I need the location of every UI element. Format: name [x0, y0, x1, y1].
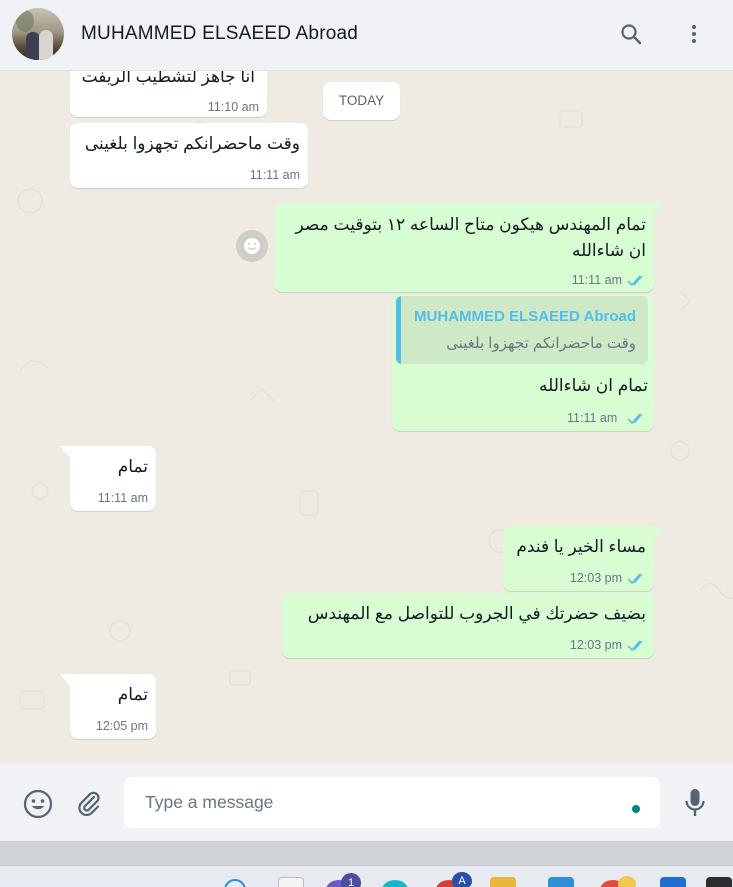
taskbar-app-icon[interactable]	[618, 876, 636, 887]
taskbar-app-badge: A	[452, 872, 472, 887]
os-taskbar: 1 A	[0, 865, 733, 887]
message-text: تمام المهندس هيكون متاح الساعه ١٢ بتوقيت…	[295, 215, 646, 234]
message-time: 12:03 pm	[569, 571, 622, 585]
contact-avatar[interactable]	[12, 8, 64, 60]
taskbar-app-icon[interactable]	[660, 877, 686, 887]
message-time: 11:11 am	[97, 491, 148, 505]
folder-icon[interactable]	[490, 877, 516, 887]
message-time: 12:03 pm	[569, 638, 622, 652]
taskbar-app-icon[interactable]	[278, 877, 304, 887]
double-check-icon	[627, 573, 643, 585]
avatar-person	[26, 32, 40, 60]
smiley-icon	[244, 238, 260, 254]
paperclip-icon[interactable]	[74, 788, 104, 818]
message-time: 11:11 am	[249, 168, 300, 182]
message-text: بضيف حضرتك في الجروب للتواصل مع المهندس	[307, 604, 646, 623]
message-input[interactable]	[124, 777, 660, 828]
message-text: تمام	[117, 685, 148, 704]
bubble-tail	[60, 674, 70, 686]
message-time: 11:11 am	[571, 273, 622, 287]
quote-text: وقت ماحضرانكم تجهزوا بلغينى	[446, 335, 636, 352]
bubble-tail	[654, 203, 664, 215]
bubble-tail	[60, 446, 70, 458]
avatar-person	[39, 30, 53, 60]
quote-author: MUHAMMED ELSAEED Abroad	[414, 308, 636, 325]
double-check-icon	[627, 640, 643, 652]
message-time: 11:11 am	[567, 411, 618, 425]
message-time: 12:05 pm	[95, 719, 148, 733]
message-list[interactable]: انا جاهز لتشطيب الريفت 11:10 am TODAY وق…	[0, 71, 733, 764]
message-composer	[0, 764, 733, 841]
message-bubble-incoming[interactable]: انا جاهز لتشطيب الريفت 11:10 am	[70, 71, 267, 117]
quoted-message[interactable]: MUHAMMED ELSAEED Abroad وقت ماحضرانكم تج…	[396, 296, 648, 364]
chat-header: MUHAMMED ELSAEED Abroad	[0, 0, 733, 71]
message-time: 11:10 am	[207, 100, 259, 114]
notification-badge: 1	[341, 873, 361, 887]
message-text: وقت ماحضرانكم تجهزوا بلغينى	[84, 134, 300, 153]
taskbar-app-icon[interactable]	[706, 877, 732, 887]
message-bubble-outgoing[interactable]: تمام المهندس هيكون متاح الساعه ١٢ بتوقيت…	[274, 203, 654, 292]
contact-name[interactable]: MUHAMMED ELSAEED Abroad	[81, 23, 358, 45]
taskbar-app-icon[interactable]	[382, 880, 408, 887]
message-text: انا جاهز لتشطيب الريفت	[81, 71, 255, 86]
avatar-background	[16, 10, 34, 32]
emoji-reaction-button[interactable]	[236, 230, 268, 262]
double-check-icon	[627, 413, 643, 425]
message-bubble-incoming[interactable]: وقت ماحضرانكم تجهزوا بلغينى 11:11 am	[70, 123, 308, 188]
window-bottom-border	[0, 841, 733, 865]
double-check-icon	[627, 275, 643, 287]
search-icon[interactable]	[617, 20, 645, 48]
message-text: مساء الخير يا فندم	[516, 537, 646, 556]
quote-bar	[396, 296, 401, 364]
more-vertical-icon[interactable]	[680, 20, 708, 48]
date-divider: TODAY	[323, 82, 400, 120]
status-dot	[632, 805, 640, 813]
taskbar-search-icon[interactable]	[224, 879, 246, 887]
message-text: تمام ان شاءالله	[539, 376, 648, 395]
message-bubble-outgoing[interactable]: بضيف حضرتك في الجروب للتواصل مع المهندس …	[282, 593, 654, 658]
emoji-icon[interactable]	[22, 788, 54, 820]
bubble-tail	[654, 526, 664, 538]
message-text: تمام	[117, 457, 148, 476]
microphone-icon[interactable]	[682, 786, 708, 820]
message-bubble-outgoing[interactable]: مساء الخير يا فندم 12:03 pm	[503, 526, 654, 591]
taskbar-app-icon[interactable]	[548, 877, 574, 887]
message-text: ان شاءالله	[572, 241, 646, 260]
message-bubble-incoming[interactable]: تمام 12:05 pm	[70, 674, 156, 739]
message-bubble-incoming[interactable]: تمام 11:11 am	[70, 446, 156, 511]
